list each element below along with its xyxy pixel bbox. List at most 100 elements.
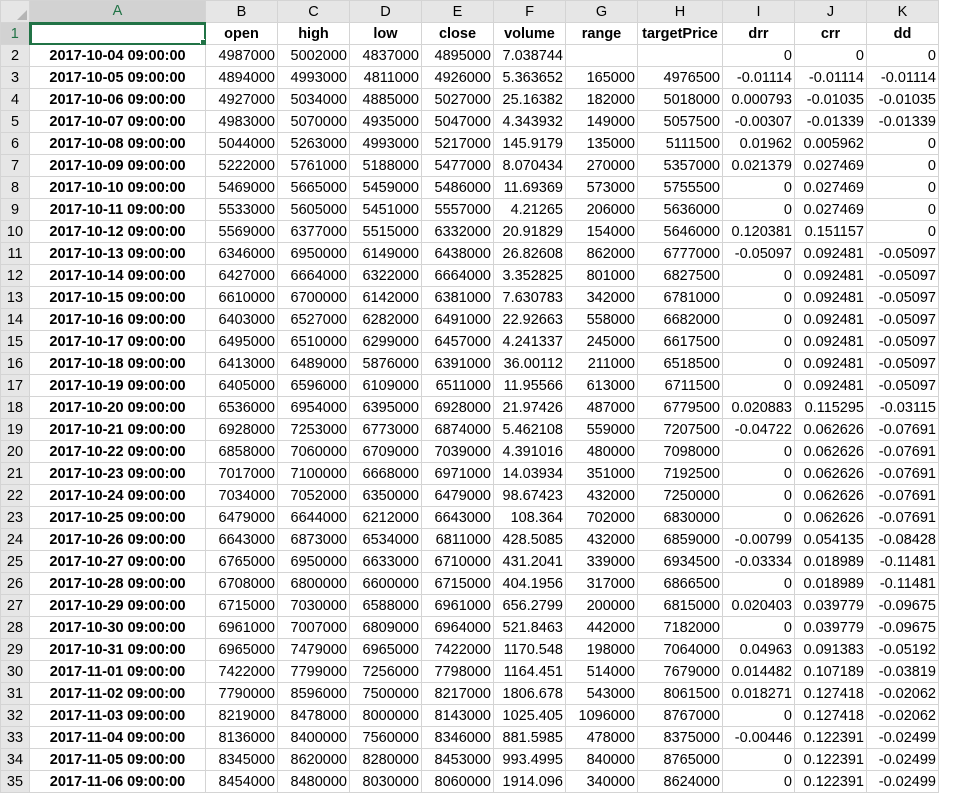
row-header[interactable]: 35: [0, 770, 30, 793]
data-cell[interactable]: 6479000: [205, 506, 278, 529]
row-header[interactable]: 24: [0, 528, 30, 551]
data-cell[interactable]: 5533000: [205, 198, 278, 221]
data-cell[interactable]: 0.151157: [794, 220, 867, 243]
data-cell[interactable]: -0.11481: [866, 550, 939, 573]
date-cell[interactable]: 2017-10-15 09:00:00: [29, 286, 206, 309]
data-cell[interactable]: -0.02499: [866, 748, 939, 771]
column-header-i[interactable]: I: [722, 0, 795, 23]
data-cell[interactable]: 993.4995: [493, 748, 566, 771]
field-header-cell[interactable]: close: [421, 22, 494, 45]
data-cell[interactable]: 487000: [565, 396, 638, 419]
data-cell[interactable]: 4993000: [277, 66, 350, 89]
data-cell[interactable]: 8346000: [421, 726, 494, 749]
field-header-cell[interactable]: targetPrice: [637, 22, 723, 45]
data-cell[interactable]: 0.039779: [794, 594, 867, 617]
data-cell[interactable]: 0.062626: [794, 506, 867, 529]
data-cell[interactable]: -0.05097: [866, 308, 939, 331]
data-cell[interactable]: 6511000: [421, 374, 494, 397]
data-cell[interactable]: -0.11481: [866, 572, 939, 595]
data-cell[interactable]: 6664000: [277, 264, 350, 287]
data-cell[interactable]: 0: [722, 264, 795, 287]
data-cell[interactable]: 6346000: [205, 242, 278, 265]
data-cell[interactable]: 11.95566: [493, 374, 566, 397]
data-cell[interactable]: 5665000: [277, 176, 350, 199]
data-cell[interactable]: 6489000: [277, 352, 350, 375]
data-cell[interactable]: 4894000: [205, 66, 278, 89]
data-cell[interactable]: -0.07691: [866, 506, 939, 529]
data-cell[interactable]: 6405000: [205, 374, 278, 397]
data-cell[interactable]: 0.062626: [794, 418, 867, 441]
data-cell[interactable]: 6715000: [205, 594, 278, 617]
data-cell[interactable]: 6711500: [637, 374, 723, 397]
data-cell[interactable]: [637, 44, 723, 67]
data-cell[interactable]: 1164.451: [493, 660, 566, 683]
data-cell[interactable]: 6457000: [421, 330, 494, 353]
data-cell[interactable]: 4811000: [349, 66, 422, 89]
data-cell[interactable]: 6765000: [205, 550, 278, 573]
spreadsheet-grid[interactable]: ABCDEFGHIJK 1 open high low close volume range…: [0, 0, 962, 796]
data-cell[interactable]: 6212000: [349, 506, 422, 529]
date-cell[interactable]: 2017-10-29 09:00:00: [29, 594, 206, 617]
data-cell[interactable]: 431.2041: [493, 550, 566, 573]
data-cell[interactable]: 0.092481: [794, 264, 867, 287]
data-cell[interactable]: 702000: [565, 506, 638, 529]
data-cell[interactable]: 8596000: [277, 682, 350, 705]
data-cell[interactable]: 0.092481: [794, 308, 867, 331]
data-cell[interactable]: 4976500: [637, 66, 723, 89]
data-cell[interactable]: 270000: [565, 154, 638, 177]
data-cell[interactable]: 8375000: [637, 726, 723, 749]
data-cell[interactable]: 0: [722, 374, 795, 397]
data-cell[interactable]: 6413000: [205, 352, 278, 375]
data-cell[interactable]: 4837000: [349, 44, 422, 67]
data-cell[interactable]: 7500000: [349, 682, 422, 705]
data-cell[interactable]: 6715000: [421, 572, 494, 595]
data-cell[interactable]: -0.05097: [866, 242, 939, 265]
data-cell[interactable]: 6950000: [277, 550, 350, 573]
date-cell[interactable]: 2017-10-19 09:00:00: [29, 374, 206, 397]
column-header-f[interactable]: F: [493, 0, 566, 23]
data-cell[interactable]: 4983000: [205, 110, 278, 133]
data-cell[interactable]: 6534000: [349, 528, 422, 551]
data-cell[interactable]: 6961000: [421, 594, 494, 617]
data-cell[interactable]: 6644000: [277, 506, 350, 529]
row-header[interactable]: 23: [0, 506, 30, 529]
data-cell[interactable]: 0.020403: [722, 594, 795, 617]
data-cell[interactable]: -0.05097: [866, 374, 939, 397]
data-cell[interactable]: 0: [722, 198, 795, 221]
data-cell[interactable]: 0.020883: [722, 396, 795, 419]
column-header-c[interactable]: C: [277, 0, 350, 23]
data-cell[interactable]: -0.05192: [866, 638, 939, 661]
data-cell[interactable]: 0.018271: [722, 682, 795, 705]
data-cell[interactable]: 7064000: [637, 638, 723, 661]
column-header-a[interactable]: A: [29, 0, 206, 24]
data-cell[interactable]: 0.107189: [794, 660, 867, 683]
data-cell[interactable]: 0.092481: [794, 330, 867, 353]
data-cell[interactable]: 21.97426: [493, 396, 566, 419]
data-cell[interactable]: 7017000: [205, 462, 278, 485]
data-cell[interactable]: 5057500: [637, 110, 723, 133]
data-cell[interactable]: -0.00446: [722, 726, 795, 749]
data-cell[interactable]: -0.01339: [794, 110, 867, 133]
data-cell[interactable]: 5.462108: [493, 418, 566, 441]
date-cell[interactable]: 2017-10-16 09:00:00: [29, 308, 206, 331]
data-cell[interactable]: 0.039779: [794, 616, 867, 639]
data-cell[interactable]: -0.05097: [866, 286, 939, 309]
data-cell[interactable]: -0.01035: [866, 88, 939, 111]
data-cell[interactable]: 801000: [565, 264, 638, 287]
data-cell[interactable]: 840000: [565, 748, 638, 771]
field-header-cell[interactable]: crr: [794, 22, 867, 45]
data-cell[interactable]: 0.115295: [794, 396, 867, 419]
data-cell[interactable]: 0.062626: [794, 462, 867, 485]
data-cell[interactable]: -0.02499: [866, 770, 939, 793]
data-cell[interactable]: 6971000: [421, 462, 494, 485]
data-cell[interactable]: 6809000: [349, 616, 422, 639]
data-cell[interactable]: -0.05097: [722, 242, 795, 265]
row-header[interactable]: 10: [0, 220, 30, 243]
data-cell[interactable]: 7207500: [637, 418, 723, 441]
data-cell[interactable]: 0: [722, 440, 795, 463]
data-cell[interactable]: 6510000: [277, 330, 350, 353]
data-cell[interactable]: 6438000: [421, 242, 494, 265]
data-cell[interactable]: 7560000: [349, 726, 422, 749]
date-cell[interactable]: 2017-10-30 09:00:00: [29, 616, 206, 639]
date-cell[interactable]: 2017-10-13 09:00:00: [29, 242, 206, 265]
